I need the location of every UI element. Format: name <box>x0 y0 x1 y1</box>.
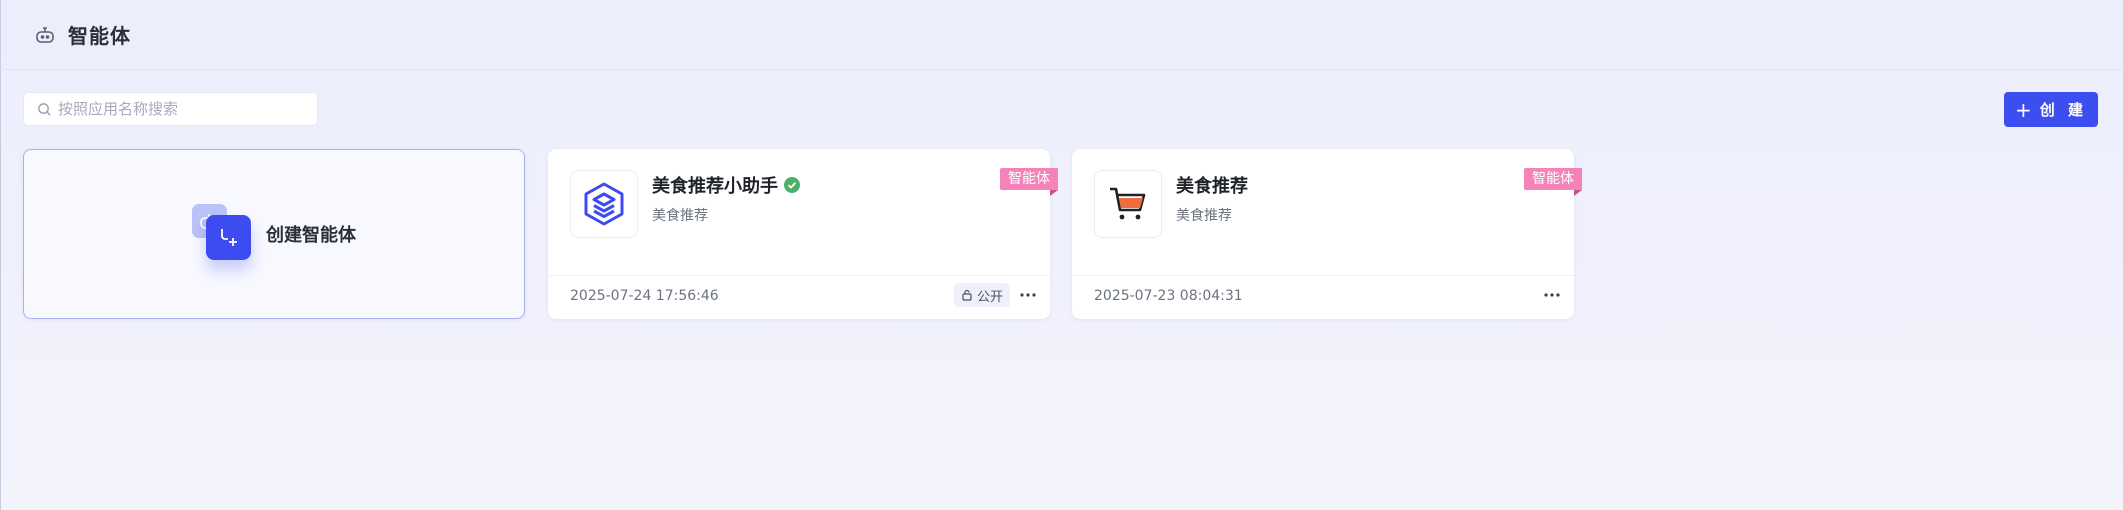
agent-date: 2025-07-23 08:04:31 <box>1094 288 1243 304</box>
create-agent-label: 创建智能体 <box>266 225 356 246</box>
agent-avatar <box>570 170 638 238</box>
create-agent-icon <box>192 204 254 264</box>
visibility-badge[interactable]: 公开 <box>953 283 1010 307</box>
agent-description: 美食推荐 <box>652 208 708 224</box>
verified-icon <box>784 177 800 193</box>
agent-name: 美食推荐 <box>1176 172 1248 198</box>
page-title: 智能体 <box>68 24 131 48</box>
robot-icon <box>36 26 54 43</box>
agent-description: 美食推荐 <box>1176 208 1232 224</box>
search-icon <box>38 102 51 116</box>
more-options-icon[interactable] <box>1019 288 1037 302</box>
create-button[interactable]: + 创 建 <box>2004 92 2098 127</box>
create-agent-card[interactable]: 创建智能体 <box>23 149 525 319</box>
agent-date: 2025-07-24 17:56:46 <box>570 288 719 304</box>
agent-name-text: 美食推荐小助手 <box>652 176 778 197</box>
agent-card[interactable]: 美食推荐 美食推荐 智能体 2025-07-23 08:04:31 <box>1072 149 1582 319</box>
agent-card[interactable]: 美食推荐小助手 美食推荐 智能体 2025-07-24 17:56:46 公开 <box>548 149 1058 319</box>
visibility-label: 公开 <box>976 289 1003 305</box>
agent-type-badge: 智能体 <box>1000 168 1058 196</box>
agent-name-text: 美食推荐 <box>1176 176 1248 197</box>
search-box[interactable] <box>23 92 318 126</box>
unlock-icon <box>962 289 972 301</box>
card-divider <box>548 275 1050 276</box>
agent-avatar <box>1094 170 1162 238</box>
shopping-cart-icon <box>1110 187 1146 220</box>
more-options-icon[interactable] <box>1543 288 1561 302</box>
agent-name: 美食推荐小助手 <box>652 172 800 198</box>
stacked-layers-icon <box>584 182 624 226</box>
create-button-label: 创 建 <box>2039 101 2087 119</box>
agent-type-badge: 智能体 <box>1524 168 1582 196</box>
card-divider <box>1072 275 1574 276</box>
page-header: 智能体 <box>0 0 2123 70</box>
window-edge <box>0 0 1 510</box>
search-input[interactable] <box>58 100 298 118</box>
plus-icon: + <box>2015 97 2032 122</box>
